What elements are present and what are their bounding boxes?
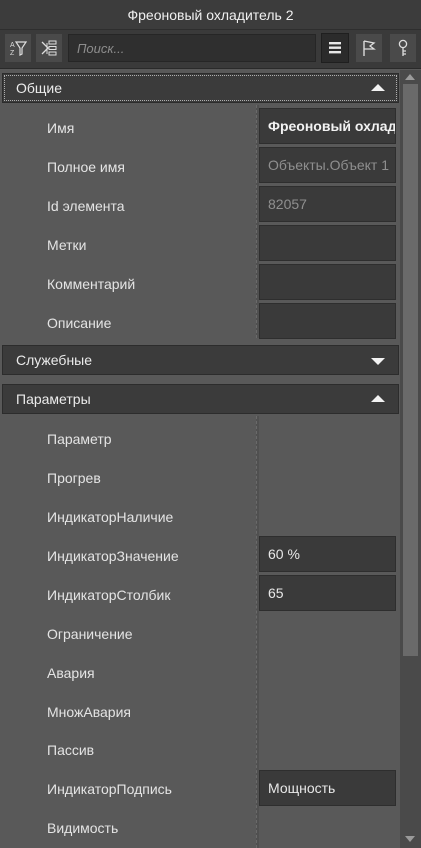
- prop-label-indicator-presence: ИндикаторНаличие: [47, 509, 174, 525]
- toolbar: AZ: [0, 30, 421, 69]
- vertical-scrollbar[interactable]: [400, 70, 421, 848]
- prop-label-indicator-caption: ИндикаторПодпись: [47, 781, 172, 797]
- prop-label-alarm: Авария: [47, 665, 95, 681]
- prop-label-indicator-bar: ИндикаторСтолбик: [47, 587, 171, 603]
- prop-value-indicator-caption[interactable]: Мощность: [259, 770, 396, 806]
- prop-label-name: Имя: [47, 120, 75, 136]
- scrollbar-thumb[interactable]: [403, 84, 418, 656]
- prop-label-warmup: Прогрев: [47, 470, 101, 486]
- chevron-up-icon[interactable]: [371, 84, 385, 91]
- prop-label-parameter: Параметр: [47, 431, 112, 447]
- list-view-icon[interactable]: [321, 33, 349, 63]
- prop-label-id: Id элемента: [47, 198, 125, 214]
- prop-value-name[interactable]: Фреоновый охладитель 2: [259, 108, 396, 144]
- section-title: Служебные: [16, 352, 93, 368]
- section-params-header[interactable]: Параметры: [2, 384, 399, 414]
- prop-label-indicator-value: ИндикаторЗначение: [47, 548, 179, 564]
- prop-label-description: Описание: [47, 315, 112, 331]
- section-title: Параметры: [16, 391, 91, 407]
- prop-value-tags[interactable]: [259, 225, 396, 261]
- prop-label-visibility: Видимость: [47, 820, 119, 836]
- prop-value-comment[interactable]: [259, 264, 396, 300]
- chevron-up-icon[interactable]: [371, 395, 385, 402]
- section-title: Общие: [16, 80, 63, 96]
- key-icon[interactable]: [389, 33, 417, 63]
- prop-label-multi-alarm: МножАвария: [47, 704, 131, 720]
- scroll-down-icon[interactable]: [405, 836, 415, 842]
- scroll-up-icon[interactable]: [405, 74, 415, 80]
- chevron-down-icon[interactable]: [371, 358, 385, 365]
- prop-value-description[interactable]: [259, 303, 396, 339]
- sort-az-filter-icon[interactable]: AZ: [4, 33, 32, 63]
- prop-label-fullname: Полное имя: [47, 159, 125, 175]
- section-general-header[interactable]: Общие: [2, 73, 399, 103]
- flag-icon[interactable]: [355, 33, 383, 63]
- property-grid: Общие Имя Фреоновый охладитель 2 Полное …: [0, 70, 400, 848]
- filter-tree-icon[interactable]: [35, 33, 63, 63]
- window-title: Фреоновый охладитель 2: [0, 0, 421, 30]
- prop-label-tags: Метки: [47, 237, 87, 253]
- prop-label-limit: Ограничение: [47, 626, 133, 642]
- prop-value-fullname[interactable]: Объекты.Объект 1: [259, 147, 396, 183]
- prop-value-id[interactable]: 82057: [259, 186, 396, 222]
- svg-text:A: A: [10, 42, 15, 49]
- prop-value-indicator-bar[interactable]: 65: [259, 575, 396, 611]
- prop-value-indicator-value[interactable]: 60 %: [259, 536, 396, 572]
- prop-label-passive: Пассив: [47, 742, 95, 758]
- search-input[interactable]: [68, 34, 316, 62]
- svg-text:Z: Z: [10, 50, 15, 57]
- section-service-header[interactable]: Служебные: [2, 345, 399, 375]
- prop-label-comment: Комментарий: [47, 276, 136, 292]
